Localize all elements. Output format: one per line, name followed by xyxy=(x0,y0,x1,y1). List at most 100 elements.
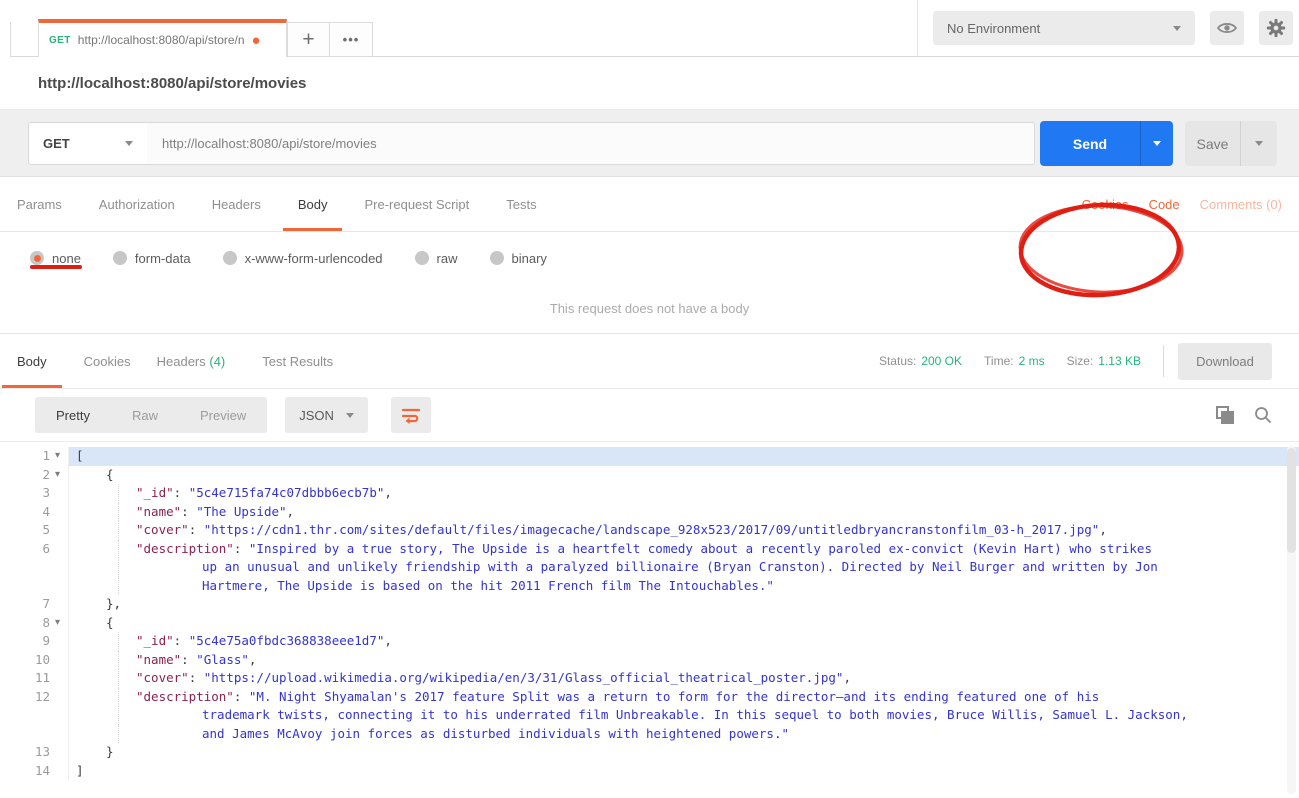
code-text: "name": "The Upside", xyxy=(136,503,295,519)
code-line-continuation: Hartmere, The Upside is based on the hit… xyxy=(0,576,1299,596)
cookies-link[interactable]: Cookies xyxy=(1082,197,1129,212)
tab-tests[interactable]: Tests xyxy=(506,177,536,231)
view-raw-button[interactable]: Raw xyxy=(111,397,179,433)
send-button[interactable]: Send xyxy=(1040,121,1140,166)
line-number-gutter: 7 xyxy=(0,595,69,614)
code-text: [ xyxy=(69,447,1299,466)
tab-strip-edge xyxy=(0,22,11,57)
gutter-spacer xyxy=(50,503,65,522)
gutter-spacer xyxy=(50,595,65,614)
gutter-spacer xyxy=(50,521,65,540)
radio-raw[interactable]: raw xyxy=(414,251,458,266)
fold-caret-icon[interactable]: ▾ xyxy=(50,614,65,633)
chevron-down-icon xyxy=(1173,25,1181,31)
wrap-lines-button[interactable] xyxy=(390,397,431,433)
response-tab-test-results[interactable]: Test Results xyxy=(262,334,333,388)
save-button[interactable]: Save xyxy=(1185,121,1240,166)
line-number: 11 xyxy=(34,670,50,685)
radio-x-www-form-urlencoded[interactable]: x-www-form-urlencoded xyxy=(222,251,383,266)
code-text: Hartmere, The Upside is based on the hit… xyxy=(202,577,774,593)
line-number-gutter: 10 xyxy=(0,650,69,669)
code-link[interactable]: Code xyxy=(1149,197,1180,212)
format-selector[interactable]: JSON xyxy=(285,397,368,433)
code-line: 12 "description": "M. Night Shyamalan's 2… xyxy=(0,687,1299,707)
environment-selector[interactable]: No Environment xyxy=(933,11,1195,45)
gutter-spacer xyxy=(50,577,65,596)
line-number-gutter: 9 xyxy=(0,632,69,651)
divider xyxy=(1163,345,1164,377)
tab-pre-request-script[interactable]: Pre-request Script xyxy=(364,177,469,231)
code-text: "_id": "5c4e75a0fbdc368838eee1d7", xyxy=(136,633,392,648)
new-tab-button[interactable]: + xyxy=(287,22,330,57)
line-number: 13 xyxy=(34,744,50,759)
line-number: 3 xyxy=(42,485,50,500)
view-pretty-button[interactable]: Pretty xyxy=(35,397,111,433)
chevron-down-icon xyxy=(345,412,354,418)
response-tab-headers[interactable]: Headers (4) xyxy=(157,334,226,388)
code-text: and James McAvoy join forces as disturbe… xyxy=(202,725,789,741)
more-tabs-button[interactable]: ••• xyxy=(329,22,373,57)
request-tab[interactable]: GET http://localhost:8080/api/store/n ● xyxy=(38,19,287,57)
code-line-continuation: and James McAvoy join forces as disturbe… xyxy=(0,724,1299,743)
eye-icon xyxy=(1216,23,1238,33)
code-text: "cover": "https://upload.wikimedia.org/w… xyxy=(136,670,851,685)
code-line: 7}, xyxy=(0,595,1299,614)
line-number: 9 xyxy=(42,633,50,648)
method-selector[interactable]: GET xyxy=(28,122,148,165)
line-number-gutter xyxy=(0,558,69,577)
tab-authorization[interactable]: Authorization xyxy=(99,177,175,231)
radio-binary[interactable]: binary xyxy=(489,251,547,266)
code-text: "description": "M. Night Shyamalan's 201… xyxy=(136,688,1100,704)
method-label: GET xyxy=(43,136,70,151)
download-button[interactable]: Download xyxy=(1178,342,1272,380)
line-number: 7 xyxy=(42,596,50,611)
send-options-button[interactable] xyxy=(1140,121,1173,166)
scrollbar[interactable] xyxy=(1287,446,1296,794)
save-options-button[interactable] xyxy=(1240,121,1277,166)
gutter-spacer xyxy=(50,762,65,781)
line-number: 8 xyxy=(42,614,50,630)
fold-caret-icon[interactable]: ▾ xyxy=(50,466,65,485)
settings-button[interactable] xyxy=(1259,11,1293,45)
format-label: JSON xyxy=(299,407,334,423)
radio-icon xyxy=(414,251,429,265)
line-number-gutter xyxy=(0,706,69,725)
comments-link[interactable]: Comments (0) xyxy=(1200,197,1282,212)
gutter-spacer xyxy=(50,688,65,707)
radio-icon xyxy=(112,251,127,265)
line-number-gutter: 1 ▾ xyxy=(0,447,69,466)
tab-params[interactable]: Params xyxy=(17,177,62,231)
tab-body[interactable]: Body xyxy=(283,177,342,231)
environment-quick-look-button[interactable] xyxy=(1210,11,1244,45)
radio-selected-icon xyxy=(30,251,44,265)
response-tab-body[interactable]: Body xyxy=(2,334,62,388)
search-response-button[interactable] xyxy=(1253,405,1273,425)
headers-count-badge: (4) xyxy=(209,353,226,369)
time-value: 2 ms xyxy=(1018,354,1045,368)
code-text: "cover": "https://cdn1.thr.com/sites/def… xyxy=(136,522,1107,537)
code-text: "name": "Glass", xyxy=(136,651,257,667)
line-number-gutter: 6 xyxy=(0,539,69,558)
red-underline-annotation xyxy=(30,265,82,269)
wrap-lines-icon xyxy=(401,408,421,424)
line-number-gutter: 13 xyxy=(0,743,69,762)
send-button-group: Send xyxy=(1040,121,1173,166)
scrollbar-thumb[interactable] xyxy=(1287,448,1296,553)
body-type-selector: none form-data x-www-form-urlencoded raw… xyxy=(0,232,1299,284)
fold-caret-icon[interactable]: ▾ xyxy=(50,447,65,466)
size-label: Size: xyxy=(1066,354,1094,368)
radio-icon xyxy=(489,251,504,265)
radio-none[interactable]: none xyxy=(30,251,81,266)
radio-form-data[interactable]: form-data xyxy=(112,251,191,266)
url-input[interactable] xyxy=(147,122,1035,165)
line-number: 4 xyxy=(42,503,50,519)
copy-response-button[interactable] xyxy=(1216,405,1235,425)
status-value: 200 OK xyxy=(921,354,963,368)
tab-headers[interactable]: Headers xyxy=(212,177,261,231)
view-preview-button[interactable]: Preview xyxy=(179,397,267,433)
code-line-continuation: up an unusual and unlikely friendship wi… xyxy=(0,558,1299,577)
response-tab-cookies[interactable]: Cookies xyxy=(84,334,131,388)
breadcrumb: http://localhost:8080/api/store/movies xyxy=(0,57,1299,110)
line-number-gutter: 3 xyxy=(0,484,69,503)
line-number-gutter xyxy=(0,576,69,596)
